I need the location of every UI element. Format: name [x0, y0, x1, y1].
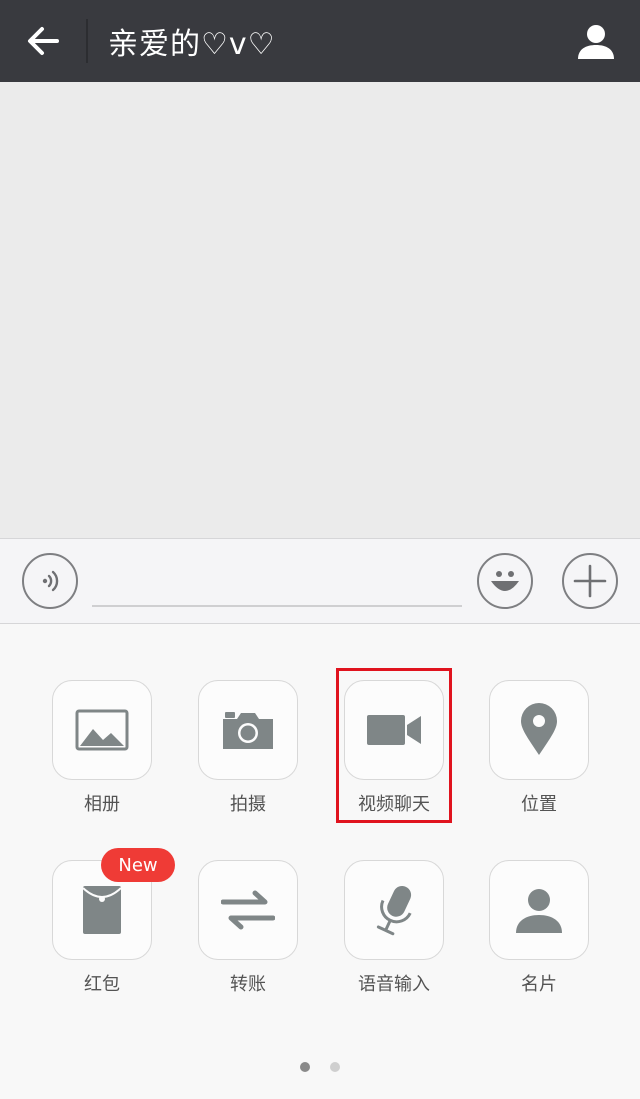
voice-icon: [42, 570, 59, 592]
chat-screen: 亲爱的♡v♡ 相册 拍摄 视频聊天 位置 红包 转账 语音输入 名片 New: [0, 0, 640, 1099]
transfer-tile[interactable]: 转账: [198, 860, 298, 996]
camera-icon: [223, 712, 273, 749]
voice-input-tile[interactable]: 语音输入: [344, 860, 444, 996]
profile-button[interactable]: [572, 17, 620, 65]
video-chat-button[interactable]: [344, 680, 444, 780]
contact-card-button[interactable]: [489, 860, 589, 960]
header-divider: [86, 19, 88, 63]
camera-button[interactable]: [198, 680, 298, 780]
voice-input-button[interactable]: [344, 860, 444, 960]
transfer-label: 转账: [230, 974, 266, 995]
back-button[interactable]: [0, 0, 86, 82]
plus-icon: [573, 564, 607, 598]
contact-card-label: 名片: [521, 974, 557, 995]
album-label: 相册: [84, 794, 120, 815]
chat-title: 亲爱的♡v♡: [108, 27, 276, 62]
profile-icon: [578, 25, 614, 59]
location-label: 位置: [521, 794, 557, 815]
video-chat-label: 视频聊天: [358, 794, 430, 815]
page-dot-2[interactable]: [330, 1062, 340, 1072]
person-icon: [516, 889, 562, 933]
album-button[interactable]: [52, 680, 152, 780]
message-area[interactable]: [0, 82, 640, 538]
red-envelope-label: 红包: [84, 974, 120, 995]
new-badge: New: [101, 848, 175, 882]
emoji-button[interactable]: [477, 553, 533, 609]
input-bar: [0, 538, 640, 624]
location-button[interactable]: [489, 680, 589, 780]
page-indicator: [300, 1062, 340, 1074]
album-tile[interactable]: 相册: [52, 680, 152, 816]
video-chat-tile[interactable]: 视频聊天: [344, 680, 444, 816]
message-input[interactable]: [92, 559, 462, 607]
image-icon: [75, 709, 129, 751]
location-pin-icon: [521, 703, 557, 755]
camera-tile[interactable]: 拍摄: [198, 680, 298, 816]
top-bar: 亲爱的♡v♡: [0, 0, 640, 82]
camera-label: 拍摄: [230, 794, 266, 815]
contact-card-tile[interactable]: 名片: [489, 860, 589, 996]
back-arrow-icon: [28, 27, 59, 55]
smiley-icon: [491, 571, 519, 591]
microphone-icon: [376, 886, 412, 936]
page-dot-1[interactable]: [300, 1062, 310, 1072]
video-camera-icon: [367, 715, 421, 745]
red-envelope-icon: [82, 886, 122, 934]
transfer-arrows-icon: [221, 890, 275, 930]
voice-button[interactable]: [22, 553, 78, 609]
more-button[interactable]: [562, 553, 618, 609]
voice-input-label: 语音输入: [358, 974, 430, 995]
transfer-button[interactable]: [198, 860, 298, 960]
location-tile[interactable]: 位置: [489, 680, 589, 816]
